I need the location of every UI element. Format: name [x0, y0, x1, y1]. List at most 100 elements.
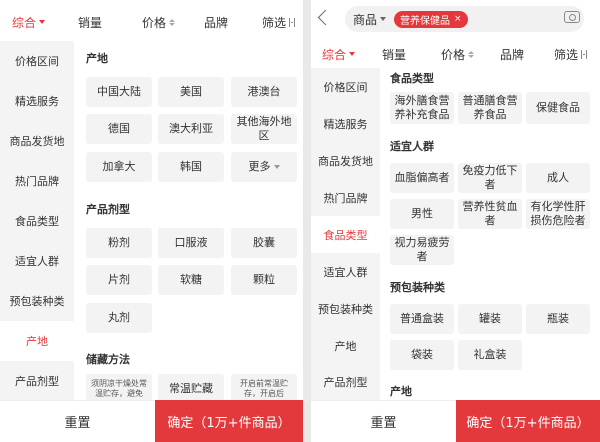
sort-updown-icon [169, 18, 176, 26]
section-title-storage: 储藏方法 [86, 353, 130, 366]
sort-filter-label: 筛选 [554, 47, 579, 62]
option-chip[interactable]: 血脂偏高者 [390, 163, 454, 193]
sort-sales-label: 销量 [382, 47, 407, 62]
option-chip[interactable]: 男性 [390, 199, 454, 229]
section-title-dosage: 产品剂型 [86, 203, 130, 216]
search-tag-label: 营养保健品 [400, 15, 451, 27]
search-box[interactable]: 商品 营养保健品 × [345, 6, 584, 32]
nav-suitable-crowd[interactable]: 适宜人群 [311, 253, 380, 290]
nav-ship-from[interactable]: 商品发货地 [311, 142, 380, 179]
option-chip[interactable]: 保健食品 [526, 92, 590, 124]
reset-button[interactable]: 重置 [311, 400, 456, 442]
filter-panel-right: 商品 营养保健品 × 综合 销量 价格 品牌 筛选 价格区间 精选服务 商品发货… [311, 0, 600, 442]
nav-selected-service[interactable]: 精选服务 [0, 81, 74, 121]
nav-food-type[interactable]: 食品类型 [0, 201, 74, 241]
confirm-button[interactable]: 确定（1万+件商品） [456, 400, 600, 442]
chevron-down-icon [380, 17, 387, 21]
sort-comprehensive-label: 综合 [12, 15, 37, 30]
search-tag[interactable]: 营养保健品 × [394, 10, 468, 28]
option-chip[interactable]: 营养性贫血者 [458, 199, 522, 229]
nav-dosage-form[interactable]: 产品剂型 [0, 361, 74, 401]
section-title-package: 预包装种类 [390, 281, 445, 294]
option-chip[interactable]: 德国 [86, 114, 152, 144]
sort-price-label: 价格 [441, 47, 466, 62]
nav-price-range[interactable]: 价格区间 [0, 41, 74, 81]
option-chip[interactable]: 澳大利亚 [158, 114, 224, 144]
more-label: 更多 [248, 160, 271, 173]
filter-panel-left: 综合 销量 价格 品牌 筛选 价格区间 精选服务 商品发货地 热门品牌 食品类型… [0, 0, 303, 442]
sort-brand-label: 品牌 [500, 47, 525, 62]
nav-hot-brand[interactable]: 热门品牌 [311, 179, 380, 216]
option-chip[interactable]: 颗粒 [231, 265, 297, 295]
filter-icon [289, 17, 296, 27]
sort-brand[interactable]: 品牌 [500, 46, 524, 63]
section-title-origin: 产地 [86, 52, 108, 65]
reset-button[interactable]: 重置 [0, 400, 155, 442]
back-arrow-icon[interactable] [317, 9, 334, 26]
sort-brand[interactable]: 品牌 [204, 14, 228, 31]
nav-package-type[interactable]: 预包装种类 [311, 290, 380, 327]
sort-comprehensive[interactable]: 综合 [322, 46, 356, 63]
sort-sales[interactable]: 销量 [382, 46, 406, 63]
sort-brand-label: 品牌 [204, 15, 229, 30]
option-chip[interactable]: 加拿大 [86, 152, 152, 182]
search-scope-select[interactable]: 商品 [353, 11, 387, 28]
option-chip[interactable]: 其他海外地区 [231, 114, 297, 144]
sort-price[interactable]: 价格 [441, 46, 475, 63]
option-chip[interactable]: 海外膳食营养补充食品 [390, 92, 454, 124]
filter-options: 食品类型 海外膳食营养补充食品 普通膳食营养食品 保健食品 适宜人群 血脂偏高者… [380, 68, 600, 400]
sort-sales[interactable]: 销量 [78, 14, 102, 31]
option-chip[interactable]: 粉剂 [86, 228, 152, 258]
option-chip[interactable]: 普通盒装 [390, 304, 454, 334]
filter-options: 产地 中国大陆 美国 港澳台 德国 澳大利亚 其他海外地区 加拿大 韩国 更多 … [74, 41, 303, 404]
chevron-down-icon [349, 52, 356, 56]
option-chip[interactable]: 胶囊 [231, 228, 297, 258]
sort-filter-label: 筛选 [262, 15, 287, 30]
nav-origin[interactable]: 产地 [0, 321, 74, 361]
camera-icon[interactable] [564, 11, 580, 23]
nav-package-type[interactable]: 预包装种类 [0, 281, 74, 321]
section-title-origin: 产地 [390, 385, 412, 398]
option-chip[interactable]: 口服液 [158, 228, 224, 258]
category-sidenav: 价格区间 精选服务 商品发货地 热门品牌 食品类型 适宜人群 预包装种类 产地 … [311, 68, 380, 400]
sort-bar: 综合 销量 价格 品牌 筛选 [311, 40, 600, 68]
option-chip[interactable]: 普通膳食营养食品 [458, 92, 522, 124]
nav-ship-from[interactable]: 商品发货地 [0, 121, 74, 161]
sort-filter[interactable]: 筛选 [554, 46, 588, 63]
nav-hot-brand[interactable]: 热门品牌 [0, 161, 74, 201]
option-chip[interactable]: 免疫力低下者 [458, 163, 522, 193]
close-icon[interactable]: × [454, 14, 462, 24]
option-chip[interactable]: 有化学性肝损伤危险者 [526, 199, 590, 229]
sort-comprehensive[interactable]: 综合 [12, 14, 46, 31]
option-chip[interactable]: 罐装 [458, 304, 522, 334]
nav-dosage-form[interactable]: 产品剂型 [311, 364, 380, 400]
option-chip[interactable]: 中国大陆 [86, 77, 152, 107]
chevron-down-icon [39, 20, 46, 24]
option-chip[interactable]: 视力易疲劳者 [390, 235, 454, 265]
nav-origin[interactable]: 产地 [311, 327, 380, 364]
option-chip[interactable]: 软糖 [158, 265, 224, 295]
option-chip[interactable]: 瓶装 [526, 304, 590, 334]
option-chip[interactable]: 礼盒装 [458, 340, 522, 370]
section-title-crowd: 适宜人群 [390, 140, 434, 153]
nav-food-type[interactable]: 食品类型 [311, 216, 380, 253]
sort-filter[interactable]: 筛选 [262, 14, 296, 31]
nav-suitable-crowd[interactable]: 适宜人群 [0, 241, 74, 281]
option-chip[interactable]: 美国 [158, 77, 224, 107]
sort-price[interactable]: 价格 [142, 14, 176, 31]
nav-selected-service[interactable]: 精选服务 [311, 105, 380, 142]
more-origin-button[interactable]: 更多 [231, 152, 297, 182]
option-chip[interactable]: 丸剂 [86, 303, 152, 333]
nav-price-range[interactable]: 价格区间 [311, 68, 380, 105]
sort-price-label: 价格 [142, 15, 167, 30]
option-chip[interactable]: 袋装 [390, 340, 454, 370]
search-header: 商品 营养保健品 × [311, 0, 600, 38]
option-chip[interactable]: 韩国 [158, 152, 224, 182]
confirm-button[interactable]: 确定（1万+件商品） [155, 400, 303, 442]
filter-footer: 重置 确定（1万+件商品） [311, 400, 600, 442]
option-chip[interactable]: 成人 [526, 163, 590, 193]
option-chip[interactable]: 港澳台 [231, 77, 297, 107]
option-chip[interactable]: 片剂 [86, 265, 152, 295]
search-scope-label: 商品 [353, 12, 378, 27]
category-sidenav: 价格区间 精选服务 商品发货地 热门品牌 食品类型 适宜人群 预包装种类 产地 … [0, 41, 74, 400]
